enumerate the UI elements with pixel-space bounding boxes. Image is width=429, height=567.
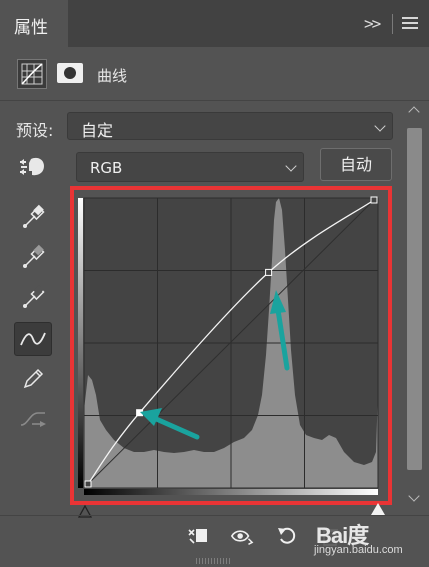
preset-dropdown[interactable]: 自定 bbox=[67, 112, 393, 140]
watermark-url: jingyan.baidu.com bbox=[314, 544, 403, 556]
tab-properties[interactable]: 属性 bbox=[0, 0, 68, 47]
curve-control-point[interactable] bbox=[265, 268, 273, 276]
resize-grip[interactable] bbox=[196, 558, 232, 564]
channel-dropdown-value: RGB bbox=[90, 159, 123, 177]
tab-properties-label: 属性 bbox=[14, 18, 48, 38]
panel-menu-icon[interactable] bbox=[402, 17, 418, 29]
baidu-watermark: Bai度 jingyan.baidu.com bbox=[312, 516, 424, 562]
adjustment-header: 曲线 bbox=[0, 47, 429, 101]
scroll-up-icon[interactable] bbox=[408, 106, 420, 118]
preset-dropdown-value: 自定 bbox=[81, 121, 114, 140]
tab-separator bbox=[392, 14, 393, 34]
curves-adjustment-icon[interactable] bbox=[17, 59, 47, 89]
preset-label: 预设: bbox=[16, 121, 54, 140]
curve-control-point[interactable] bbox=[370, 196, 378, 204]
black-point-eyedropper-icon[interactable] bbox=[14, 200, 52, 234]
gray-point-eyedropper-icon[interactable] bbox=[14, 240, 52, 274]
output-gradient-bar bbox=[78, 198, 83, 488]
adjustment-title: 曲线 bbox=[97, 67, 128, 85]
panel-tab-bar: 属性 >> bbox=[0, 0, 429, 47]
input-gradient-bar bbox=[84, 489, 378, 495]
reset-icon[interactable] bbox=[275, 524, 299, 548]
chevron-down-icon bbox=[285, 160, 297, 172]
pencil-draw-icon[interactable] bbox=[14, 362, 52, 396]
edit-points-curve-icon[interactable] bbox=[14, 322, 52, 356]
smooth-curve-icon[interactable] bbox=[14, 402, 52, 436]
channel-dropdown[interactable]: RGB bbox=[76, 152, 304, 182]
auto-button[interactable]: 自动 bbox=[320, 148, 392, 181]
collapse-panel-icon[interactable]: >> bbox=[364, 14, 381, 33]
scroll-down-icon[interactable] bbox=[408, 490, 420, 502]
panel-scrollbar[interactable] bbox=[404, 100, 424, 515]
properties-panel: 属性 >> 曲线 预设: 自定 RGB 自动 Bai度 jingyan.baid… bbox=[0, 0, 429, 567]
on-image-adjust-icon[interactable] bbox=[14, 150, 52, 184]
curves-graph[interactable] bbox=[74, 190, 388, 501]
layer-mask-icon[interactable] bbox=[57, 63, 83, 83]
chevron-down-icon bbox=[374, 120, 386, 132]
visibility-eye-icon[interactable] bbox=[230, 524, 254, 548]
curves-graph-highlight bbox=[70, 186, 392, 505]
curve-control-point[interactable] bbox=[84, 480, 92, 488]
scroll-thumb[interactable] bbox=[407, 128, 422, 470]
clip-to-layer-icon[interactable] bbox=[186, 524, 210, 548]
white-point-eyedropper-icon[interactable] bbox=[14, 280, 52, 314]
